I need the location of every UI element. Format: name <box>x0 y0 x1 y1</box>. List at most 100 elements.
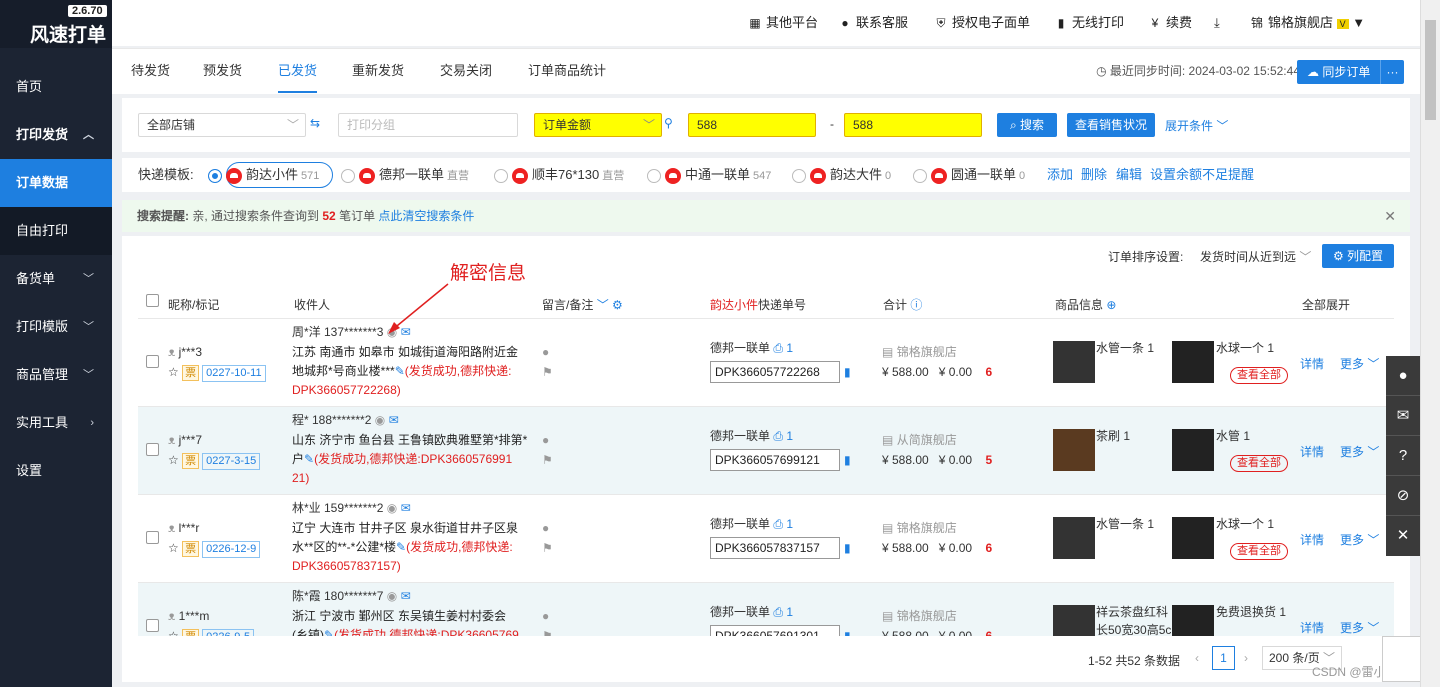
edit-icon[interactable]: ✎ <box>304 452 314 466</box>
search-button[interactable]: ⌕ 搜索 <box>997 113 1057 137</box>
flag-icon[interactable]: ⚑ <box>542 627 553 636</box>
sync-orders-button[interactable]: ☁ 同步订单 ··· <box>1297 60 1404 84</box>
more-menu[interactable]: 更多 ﹀ <box>1340 443 1379 461</box>
sales-status-button[interactable]: 查看销售状况 <box>1067 113 1155 137</box>
product-image[interactable] <box>1172 429 1214 471</box>
star-icon[interactable]: ☆ <box>168 365 179 379</box>
other-platform-link[interactable]: ▦ 其他平台 <box>748 0 818 46</box>
more-menu[interactable]: 更多 ﹀ <box>1340 619 1379 636</box>
template-deppon[interactable]: 德邦一联单 直营 <box>341 158 469 192</box>
memo-icon[interactable]: ● <box>542 431 549 449</box>
radio-selected[interactable] <box>208 168 222 183</box>
waybill-input[interactable]: DPK366057691301 <box>710 625 840 636</box>
waybill-input[interactable]: DPK366057837157 <box>710 537 840 559</box>
template-edit-link[interactable]: 编辑 <box>1116 158 1142 192</box>
product-image[interactable] <box>1053 341 1095 383</box>
sidebar-item-tools[interactable]: 实用工具 › <box>0 399 112 447</box>
product-image[interactable] <box>1053 429 1095 471</box>
tab-pending[interactable]: 待发货 <box>131 49 170 93</box>
view-all-button[interactable]: 查看全部 <box>1230 365 1288 384</box>
shop-menu[interactable]: 锦锦格旗舰店 V ▼ <box>1250 0 1365 46</box>
row-checkbox[interactable] <box>146 531 159 544</box>
page-1-button[interactable]: 1 <box>1212 646 1235 670</box>
min-amount-input[interactable]: 588 <box>688 113 816 137</box>
print-group-input[interactable]: 打印分组 <box>338 113 518 137</box>
memo-icon[interactable]: ● <box>542 519 549 537</box>
print-icon[interactable]: ⎙ <box>773 341 783 355</box>
download-icon[interactable]: ⤓ <box>1214 0 1220 46</box>
eye-icon[interactable]: ◉ <box>375 413 385 427</box>
tab-shipped[interactable]: 已发货 <box>278 49 318 93</box>
product-image[interactable] <box>1053 517 1095 559</box>
next-page-icon[interactable]: › <box>1244 651 1248 665</box>
shop-select[interactable]: 全部店铺 ﹀ <box>138 113 306 137</box>
trash-icon[interactable]: ▮ <box>844 539 851 557</box>
detail-link[interactable]: 详情 <box>1300 619 1324 636</box>
print-icon[interactable]: ⎙ <box>773 429 783 443</box>
product-image[interactable] <box>1053 605 1095 636</box>
row-checkbox[interactable] <box>146 619 159 632</box>
select-all-checkbox[interactable] <box>146 294 159 307</box>
radio[interactable] <box>341 168 355 183</box>
trash-icon[interactable]: ▮ <box>844 363 851 381</box>
prev-page-icon[interactable]: ‹ <box>1195 651 1199 665</box>
template-delete-link[interactable]: 删除 <box>1081 158 1107 192</box>
view-all-button[interactable]: 查看全部 <box>1230 541 1288 560</box>
header-memo[interactable]: 留言/备注 ﹀ ⚙ <box>542 296 623 313</box>
memo-icon[interactable]: ● <box>542 343 549 361</box>
clear-search-link[interactable]: 点此清空搜索条件 <box>378 209 474 223</box>
tab-closed[interactable]: 交易关闭 <box>440 49 492 93</box>
edit-icon[interactable]: ✎ <box>395 364 405 378</box>
wireless-print-link[interactable]: ▮ 无线打印 <box>1054 0 1124 46</box>
template-add-link[interactable]: 添加 <box>1047 158 1073 192</box>
amount-field-select[interactable]: 订单金额 ﹀ <box>534 113 662 137</box>
trash-icon[interactable]: ▮ <box>844 627 851 636</box>
star-icon[interactable]: ☆ <box>168 629 179 636</box>
eye-icon[interactable]: ◉ <box>387 589 397 603</box>
chat-icon[interactable]: ● <box>1386 356 1420 396</box>
template-yto[interactable]: 圆通一联单 0 <box>913 158 1025 192</box>
detail-link[interactable]: 详情 <box>1300 355 1324 373</box>
more-menu[interactable]: 更多 ﹀ <box>1340 355 1379 373</box>
sidebar-item-free-print[interactable]: 自由打印 <box>0 207 112 255</box>
contact-service-link[interactable]: ● 联系客服 <box>838 0 908 46</box>
print-icon[interactable]: ⎙ <box>773 605 783 619</box>
detail-link[interactable]: 详情 <box>1300 531 1324 549</box>
trash-icon[interactable]: ▮ <box>844 451 851 469</box>
product-image[interactable] <box>1172 605 1214 636</box>
edit-icon[interactable]: ✎ <box>324 628 334 636</box>
radio[interactable] <box>792 168 806 183</box>
swap-icon[interactable]: ⇆ <box>310 116 320 130</box>
tab-stats[interactable]: 订单商品统计 <box>528 49 606 93</box>
memo-icon[interactable]: ● <box>542 607 549 625</box>
template-zto[interactable]: 中通一联单 547 <box>647 158 771 192</box>
flag-icon[interactable]: ⚑ <box>542 451 553 469</box>
sidebar-item-product[interactable]: 商品管理 ﹀ <box>0 351 112 399</box>
flag-icon[interactable]: ⚑ <box>542 363 553 381</box>
radio[interactable] <box>647 168 661 183</box>
template-sf[interactable]: 顺丰76*130 直营 <box>494 158 624 192</box>
mail-icon[interactable]: ✉ <box>1386 396 1420 436</box>
sidebar-item-print-ship[interactable]: 打印发货 ︿ <box>0 111 112 159</box>
waybill-input[interactable]: DPK366057722268 <box>710 361 840 383</box>
sidebar-item-print-template[interactable]: 打印模版 ﹀ <box>0 303 112 351</box>
column-config-button[interactable]: ⚙ 列配置 <box>1322 244 1394 268</box>
radio[interactable] <box>494 168 508 183</box>
detail-link[interactable]: 详情 <box>1300 443 1324 461</box>
flag-icon[interactable]: ⚑ <box>542 539 553 557</box>
radio[interactable] <box>913 168 927 183</box>
close-icon[interactable]: ✕ <box>1386 516 1420 556</box>
sidebar-item-stock[interactable]: 备货单 ﹀ <box>0 255 112 303</box>
renew-link[interactable]: ¥ 续费 <box>1148 0 1192 46</box>
resize-corner-icon[interactable] <box>1382 636 1422 682</box>
expand-all-link[interactable]: 全部展开 <box>1302 296 1350 313</box>
edit-icon[interactable]: ✎ <box>396 540 406 554</box>
view-all-button[interactable]: 查看全部 <box>1230 453 1288 472</box>
scroll-thumb[interactable] <box>1425 20 1436 120</box>
print-icon[interactable]: ⎙ <box>773 517 783 531</box>
template-yunda-large[interactable]: 韵达大件 0 <box>792 158 891 192</box>
max-amount-input[interactable]: 588 <box>844 113 982 137</box>
mail-icon[interactable]: ✉ <box>401 501 411 515</box>
sidebar-item-home[interactable]: 首页 <box>0 63 112 111</box>
tab-reship[interactable]: 重新发货 <box>352 49 404 93</box>
